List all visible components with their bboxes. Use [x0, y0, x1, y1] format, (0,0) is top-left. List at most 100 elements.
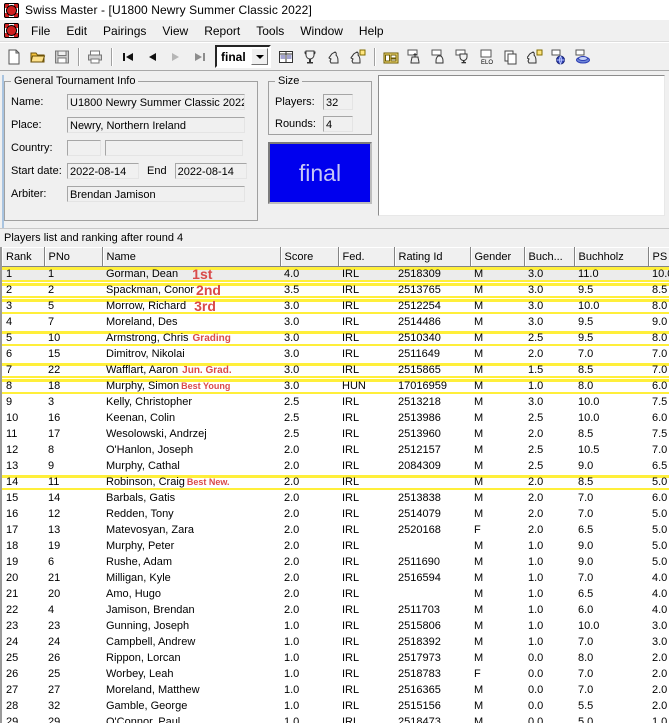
previous-round-button[interactable] [141, 46, 163, 68]
player-name: Kelly, Christopher [106, 395, 192, 410]
player-name: Murphy, Peter [106, 539, 174, 554]
table-row[interactable]: 1016Keenan, Colin2.5IRL2513986M2.510.06.… [2, 411, 669, 427]
print-button[interactable] [84, 46, 106, 68]
table-row[interactable]: 2832Gamble, George1.0IRL2515156M0.05.52.… [2, 699, 669, 715]
table-row[interactable]: 11Gorman, Dean1st4.0IRL2518309M3.011.010… [2, 267, 669, 283]
end-date-field[interactable]: 2022-08-14 [175, 163, 247, 179]
column-header-gender[interactable]: Gender [470, 248, 524, 267]
country-code-field[interactable] [67, 140, 101, 156]
column-header-name[interactable]: Name [102, 248, 280, 267]
cell-buchholz: 10.0 [574, 619, 648, 635]
open-folder-button[interactable] [27, 46, 49, 68]
copy-report-button[interactable] [500, 46, 522, 68]
table-row[interactable]: 47Moreland, Des3.0IRL2514486M3.09.59.017… [2, 315, 669, 331]
cell-gender: M [470, 699, 524, 715]
table-row[interactable]: 2727Moreland, Matthew1.0IRL2516365M0.07.… [2, 683, 669, 699]
column-header-buch-cut[interactable]: Buch... [524, 248, 574, 267]
menu-item-edit[interactable]: Edit [58, 22, 95, 40]
chess-results-button[interactable] [572, 46, 594, 68]
table-row[interactable]: 2021Milligan, Kyle2.0IRL2516594M1.07.04.… [2, 571, 669, 587]
column-header-score[interactable]: Score [280, 248, 338, 267]
table-row[interactable]: 224Jamison, Brendan2.0IRL2511703M1.06.04… [2, 603, 669, 619]
player-name: Campbell, Andrew [106, 635, 195, 650]
team-standings-button[interactable] [404, 46, 426, 68]
name-field[interactable]: U1800 Newry Summer Classic 2022 [67, 94, 245, 110]
cell-gender: M [470, 411, 524, 427]
chevron-down-icon[interactable] [251, 48, 268, 65]
column-header-rating-id[interactable]: Rating Id [394, 248, 470, 267]
start-date-field[interactable]: 2022-08-14 [67, 163, 139, 179]
table-row[interactable]: 615Dimitrov, Nikolai3.0IRL2511649M2.07.0… [2, 347, 669, 363]
cell-ps: 9.0 [648, 315, 669, 331]
table-row[interactable]: 1117Wesolowski, Andrzej2.5IRL2513960M2.0… [2, 427, 669, 443]
save-button[interactable] [51, 46, 73, 68]
last-round-button[interactable] [189, 46, 211, 68]
table-row[interactable]: 35Morrow, Richard3rd3.0IRL2512254M3.010.… [2, 299, 669, 315]
country-field[interactable] [105, 140, 243, 156]
table-row[interactable]: 818Murphy, SimonBest Young3.0HUN17016959… [2, 379, 669, 395]
cell-rating_id: 2513218 [394, 395, 470, 411]
arbiter-field[interactable]: Brendan Jamison [67, 186, 245, 202]
menu-item-tools[interactable]: Tools [248, 22, 292, 40]
table-row[interactable]: 722Wafflart, AaronJun. Grad.3.0IRL251586… [2, 363, 669, 379]
menu-item-view[interactable]: View [154, 22, 196, 40]
standings-button[interactable] [299, 46, 321, 68]
table-row[interactable]: 2929O'Connor, Paul1.0IRL2518473M0.05.01.… [2, 715, 669, 723]
cell-ps: 6.0 [648, 491, 669, 507]
crosstable-button[interactable] [380, 46, 402, 68]
new-document-button[interactable] [3, 46, 25, 68]
knight-report-button[interactable] [524, 46, 546, 68]
column-header-rank[interactable]: Rank [2, 248, 44, 267]
table-row[interactable]: 2323Gunning, Joseph1.0IRL2515806M1.010.0… [2, 619, 669, 635]
column-header-fed[interactable]: Fed. [338, 248, 394, 267]
table-row[interactable]: 1819Murphy, Peter2.0IRLM1.09.05.01392 [2, 539, 669, 555]
table-row[interactable]: 1411Robinson, CraigBest New.2.0IRLM2.08.… [2, 475, 669, 491]
column-header-pno[interactable]: PNo [44, 248, 102, 267]
table-row[interactable]: 2120Amo, Hugo2.0IRLM1.06.54.01291 [2, 587, 669, 603]
cell-buch_cut: 2.0 [524, 491, 574, 507]
cell-score: 1.0 [280, 651, 338, 667]
report-card-button[interactable] [428, 46, 450, 68]
table-row[interactable]: 139Murphy, Cathal2.0IRL2084309M2.59.06.5… [2, 459, 669, 475]
column-header-buchholz[interactable]: Buchholz [574, 248, 648, 267]
table-row[interactable]: 510Armstrong, ChrisGrading3.0IRL2510340M… [2, 331, 669, 347]
table-row[interactable]: 1713Matevosyan, Zara2.0IRL2520168F2.06.5… [2, 523, 669, 539]
cell-score: 2.0 [280, 587, 338, 603]
round-select[interactable]: final [215, 45, 271, 68]
pairings-next-button[interactable] [347, 46, 369, 68]
elo-report-button[interactable]: ELO [476, 46, 498, 68]
cell-buchholz: 7.0 [574, 667, 648, 683]
menu-item-file[interactable]: File [23, 22, 58, 40]
column-header-ps[interactable]: PS [648, 248, 669, 267]
prize-report-button[interactable] [452, 46, 474, 68]
next-round-button[interactable] [165, 46, 187, 68]
menu-item-help[interactable]: Help [351, 22, 392, 40]
web-publish-button[interactable] [548, 46, 570, 68]
cell-rating_id [394, 475, 470, 491]
table-row[interactable]: 1612Redden, Tony2.0IRL2514079M2.07.05.01… [2, 507, 669, 523]
table-row[interactable]: 2625Worbey, Leah1.0IRL2518783F0.07.02.01… [2, 667, 669, 683]
toolbar-separator [111, 48, 112, 66]
cell-name: Gamble, George [102, 699, 280, 715]
rounds-field[interactable]: 4 [323, 116, 353, 132]
players-field[interactable]: 32 [323, 94, 353, 110]
menu-item-pairings[interactable]: Pairings [95, 22, 154, 40]
first-round-button[interactable] [117, 46, 139, 68]
table-row[interactable]: 93Kelly, Christopher2.5IRL2513218M3.010.… [2, 395, 669, 411]
place-field[interactable]: Newry, Northern Ireland [67, 117, 245, 133]
cell-pno: 21 [44, 571, 102, 587]
table-row[interactable]: 1514Barbals, Gatis2.0IRL2513838M2.07.06.… [2, 491, 669, 507]
players-grid[interactable]: Rank PNo Name Score Fed. Rating Id Gende… [0, 247, 669, 723]
table-row[interactable]: 128O'Hanlon, Joseph2.0IRL2512157M2.510.5… [2, 443, 669, 459]
table-row[interactable]: 2526Rippon, Lorcan1.0IRL2517973M0.08.02.… [2, 651, 669, 667]
player-list-button[interactable] [275, 46, 297, 68]
menu-item-window[interactable]: Window [292, 22, 351, 40]
table-row[interactable]: 22Spackman, Conor2nd3.5IRL2513765M3.09.5… [2, 283, 669, 299]
cell-rating_id: 2518473 [394, 715, 470, 723]
table-row[interactable]: 196Rushe, Adam2.0IRL2511690M1.09.05.0125… [2, 555, 669, 571]
menu-item-report[interactable]: Report [196, 22, 248, 40]
pairings-button[interactable] [323, 46, 345, 68]
table-row[interactable]: 2424Campbell, Andrew1.0IRL2518392M1.07.0… [2, 635, 669, 651]
notes-area[interactable] [378, 75, 665, 216]
cell-fed: IRL [338, 667, 394, 683]
